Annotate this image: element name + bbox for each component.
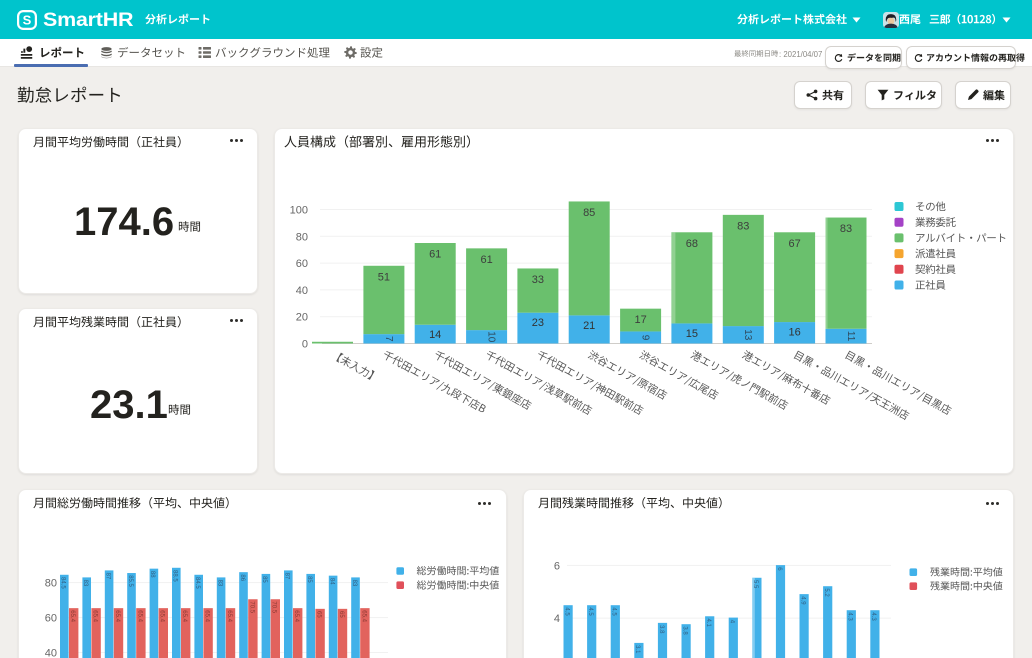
svg-text:4.9: 4.9 — [799, 596, 805, 605]
svg-text:85: 85 — [261, 576, 267, 583]
svg-text:70.5: 70.5 — [248, 601, 254, 613]
svg-text:88: 88 — [149, 571, 155, 578]
svg-text:33: 33 — [532, 274, 544, 286]
svg-text:87: 87 — [284, 573, 290, 580]
svg-text:13: 13 — [742, 329, 753, 341]
svg-text:83: 83 — [737, 220, 749, 232]
svg-text:61: 61 — [480, 254, 492, 266]
svg-text:84.5: 84.5 — [194, 577, 200, 589]
svg-text:88.5: 88.5 — [172, 570, 178, 582]
svg-text:60: 60 — [45, 613, 57, 625]
svg-text:85: 85 — [583, 207, 595, 219]
svg-text:4.3: 4.3 — [870, 612, 876, 621]
svg-text:68: 68 — [686, 238, 698, 250]
svg-text:83: 83 — [840, 223, 852, 235]
svg-text:87: 87 — [104, 573, 110, 580]
svg-text:20: 20 — [296, 312, 308, 324]
svg-text:67: 67 — [788, 238, 800, 250]
svg-text:3.8: 3.8 — [681, 626, 687, 635]
svg-text:15: 15 — [686, 328, 698, 340]
svg-text:4.5: 4.5 — [611, 607, 617, 616]
svg-text:65: 65 — [316, 611, 322, 618]
svg-text:100: 100 — [290, 205, 308, 217]
svg-text:65.4: 65.4 — [360, 610, 366, 622]
svg-text:65.4: 65.4 — [69, 610, 75, 622]
svg-text:84.5: 84.5 — [60, 577, 66, 589]
svg-text:4: 4 — [554, 613, 560, 625]
svg-text:5.5: 5.5 — [752, 580, 758, 589]
svg-text:3.8: 3.8 — [658, 625, 664, 634]
svg-text:80: 80 — [45, 578, 57, 590]
svg-text:4.5: 4.5 — [563, 607, 569, 616]
svg-text:4.5: 4.5 — [587, 607, 593, 616]
svg-text:21: 21 — [583, 320, 595, 332]
svg-text:11: 11 — [845, 331, 856, 342]
svg-text:80: 80 — [296, 231, 308, 243]
svg-text:4.3: 4.3 — [847, 612, 853, 621]
svg-text:65: 65 — [338, 611, 344, 618]
svg-text:9: 9 — [640, 335, 651, 341]
svg-text:4.1: 4.1 — [705, 619, 711, 628]
svg-text:70.5: 70.5 — [271, 601, 277, 613]
svg-text:61: 61 — [429, 249, 441, 261]
svg-text:7: 7 — [383, 336, 394, 342]
svg-text:65.4: 65.4 — [204, 610, 210, 622]
svg-text:17: 17 — [634, 314, 646, 326]
svg-text:65.4: 65.4 — [136, 610, 142, 622]
svg-text:16: 16 — [788, 327, 800, 339]
svg-text:51: 51 — [378, 271, 390, 283]
svg-text:83: 83 — [351, 580, 357, 587]
svg-text:83: 83 — [82, 580, 88, 587]
svg-text:65.4: 65.4 — [293, 610, 299, 622]
svg-text:60: 60 — [296, 258, 308, 270]
svg-text:5.2: 5.2 — [823, 588, 829, 597]
svg-text:85.5: 85.5 — [127, 575, 133, 587]
svg-text:S: S — [23, 13, 32, 28]
svg-text:23: 23 — [532, 317, 544, 329]
svg-text:10: 10 — [486, 331, 497, 343]
svg-text:86: 86 — [239, 574, 245, 581]
svg-text:6: 6 — [554, 560, 560, 572]
svg-text:40: 40 — [45, 648, 57, 658]
svg-text:3.1: 3.1 — [634, 645, 640, 654]
svg-text:14: 14 — [429, 329, 441, 341]
svg-text:85: 85 — [306, 576, 312, 583]
svg-text:65.4: 65.4 — [114, 610, 120, 622]
svg-text:83: 83 — [216, 580, 222, 587]
svg-text:0: 0 — [302, 339, 308, 351]
svg-text:65.4: 65.4 — [226, 610, 232, 622]
svg-text:65.4: 65.4 — [159, 610, 165, 622]
svg-text:40: 40 — [296, 285, 308, 297]
svg-text:84: 84 — [328, 578, 334, 585]
svg-text:65.4: 65.4 — [181, 610, 187, 622]
svg-text:65.4: 65.4 — [92, 610, 98, 622]
